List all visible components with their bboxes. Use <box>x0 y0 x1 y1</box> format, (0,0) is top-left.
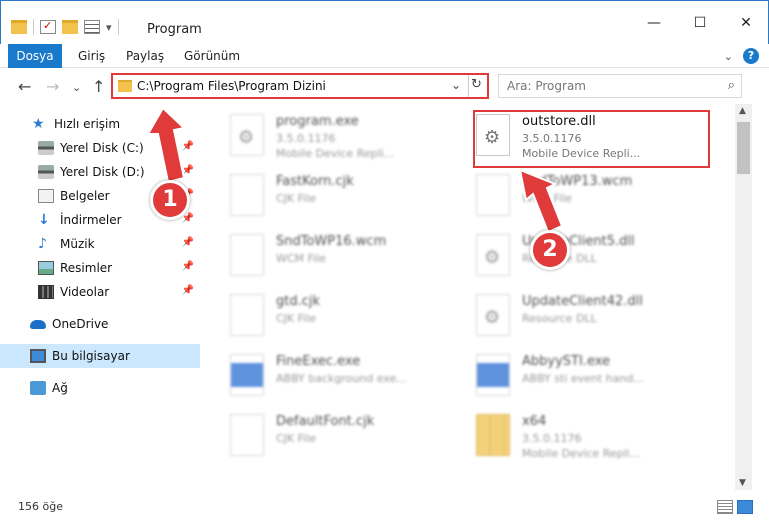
pictures-icon <box>38 261 54 275</box>
drive-icon <box>38 141 54 155</box>
details-view-icon[interactable] <box>717 500 733 514</box>
scrollbar-thumb[interactable] <box>737 122 750 174</box>
refresh-icon[interactable]: ↻ <box>471 77 482 92</box>
zip-folder-icon <box>476 414 510 456</box>
drive-icon <box>38 165 54 179</box>
maximize-button[interactable]: ☐ <box>677 15 723 31</box>
search-box[interactable]: Ara: Program ⌕ <box>498 74 742 98</box>
customize-toolbar-chevron-icon[interactable]: ▾ <box>106 21 112 34</box>
quick-access-toolbar: ▾ <box>11 19 119 35</box>
file-item[interactable]: SndToWP16.wcm WCM File <box>204 230 434 286</box>
sidebar-item-local-disk-c[interactable]: Yerel Disk (C:) 📌 <box>0 136 200 160</box>
blank-file-icon <box>476 174 510 216</box>
item-count: 156 öğe <box>18 500 63 513</box>
blank-file-icon <box>230 294 264 336</box>
gear-file-icon <box>476 234 510 276</box>
pin-icon: 📌 <box>181 237 194 248</box>
large-icons-view-icon[interactable] <box>737 500 753 514</box>
sidebar-item-music[interactable]: ♪ Müzik 📌 <box>0 232 200 256</box>
videos-icon <box>38 285 54 299</box>
tab-file[interactable]: Dosya <box>8 44 62 68</box>
exe-file-icon <box>230 354 264 396</box>
new-folder-icon[interactable] <box>62 20 78 34</box>
file-item[interactable]: gtd.cjk CJK File <box>204 290 434 346</box>
recent-locations-chevron-icon[interactable]: ⌄ <box>72 81 81 94</box>
folder-icon <box>118 80 132 92</box>
tab-home[interactable]: Giriş <box>78 44 105 68</box>
sidebar-item-videos[interactable]: Videolar 📌 <box>0 280 200 304</box>
navigation-pane: ★ Hızlı erişim Yerel Disk (C:) 📌 Yerel D… <box>0 104 200 490</box>
tab-share[interactable]: Paylaş <box>126 44 164 68</box>
star-icon: ★ <box>32 116 45 132</box>
pin-icon: 📌 <box>181 285 194 296</box>
status-bar: 156 öğe <box>0 490 769 526</box>
step-badge-1: 1 <box>150 180 190 220</box>
back-button[interactable]: ← <box>18 77 31 96</box>
sidebar-item-onedrive[interactable]: OneDrive <box>0 312 200 336</box>
music-icon: ♪ <box>38 236 47 252</box>
address-path[interactable]: C:\Program Files\Program Dizini <box>137 79 326 93</box>
address-bar[interactable]: C:\Program Files\Program Dizini ⌄ ↻ <box>111 73 489 99</box>
expand-ribbon-chevron-icon[interactable]: ⌄ <box>724 50 733 63</box>
view-options-icon[interactable] <box>84 20 100 34</box>
vertical-scrollbar[interactable]: ▲ ▼ <box>735 104 752 490</box>
file-item[interactable]: DefaultFont.cjk CJK File <box>204 410 434 466</box>
cloud-icon <box>30 319 46 329</box>
blank-file-icon <box>230 414 264 456</box>
gear-file-icon <box>230 114 264 156</box>
scroll-up-icon[interactable]: ▲ <box>739 106 746 116</box>
pin-icon: 📌 <box>181 141 194 152</box>
gear-file-icon <box>476 294 510 336</box>
minimize-button[interactable]: — <box>631 15 677 31</box>
window-controls: — ☐ ✕ <box>631 15 769 31</box>
pin-icon: 📌 <box>181 165 194 176</box>
computer-icon <box>30 349 46 363</box>
navigation-bar: ← → ⌄ ↑ C:\Program Files\Program Dizini … <box>0 68 769 104</box>
file-item[interactable]: AbbyySTI.exe ABBY sti event hand... <box>450 350 680 406</box>
file-item[interactable]: FineExec.exe ABBY background exe... <box>204 350 434 406</box>
pin-icon: 📌 <box>181 261 194 272</box>
download-icon: ↓ <box>38 212 50 228</box>
sidebar-item-quick-access[interactable]: ★ Hızlı erişim <box>0 112 200 136</box>
sidebar-item-network[interactable]: Ağ <box>0 376 200 400</box>
blank-file-icon <box>230 174 264 216</box>
properties-check-icon[interactable] <box>40 19 56 34</box>
sidebar-item-this-pc[interactable]: Bu bilgisayar <box>0 344 200 368</box>
window-title: Program <box>147 22 202 37</box>
scroll-down-icon[interactable]: ▼ <box>739 478 746 488</box>
title-bar: ▾ Program — ☐ ✕ <box>0 0 769 44</box>
up-button[interactable]: ↑ <box>92 77 105 96</box>
file-item[interactable]: program.exe 3.5.0.1176Mobile Device Repl… <box>204 110 434 166</box>
sidebar-item-pictures[interactable]: Resimler 📌 <box>0 256 200 280</box>
network-icon <box>30 381 46 395</box>
file-item[interactable]: FastKorn.cjk CJK File <box>204 170 434 226</box>
exe-file-icon <box>476 354 510 396</box>
ribbon-tabs: Dosya Giriş Paylaş Görünüm ⌄ ? <box>0 44 769 68</box>
close-button[interactable]: ✕ <box>723 15 769 31</box>
tab-view[interactable]: Görünüm <box>184 44 240 68</box>
folder-icon <box>11 20 27 34</box>
file-highlight-box <box>473 110 710 168</box>
search-icon: ⌕ <box>727 78 735 93</box>
help-icon[interactable]: ? <box>743 48 759 64</box>
forward-button[interactable]: → <box>46 77 59 96</box>
file-item[interactable]: x64 3.5.0.1176 Mobile Device Repli... <box>450 410 680 466</box>
file-item[interactable]: SndToWP13.wcm WCM File <box>450 170 680 226</box>
blank-file-icon <box>230 234 264 276</box>
search-placeholder[interactable]: Ara: Program <box>507 79 586 93</box>
step-badge-2: 2 <box>530 230 570 270</box>
address-dropdown-chevron-icon[interactable]: ⌄ <box>451 78 461 92</box>
file-item[interactable]: UpdateClient42.dll Resource DLL <box>450 290 680 346</box>
documents-icon <box>38 189 54 203</box>
